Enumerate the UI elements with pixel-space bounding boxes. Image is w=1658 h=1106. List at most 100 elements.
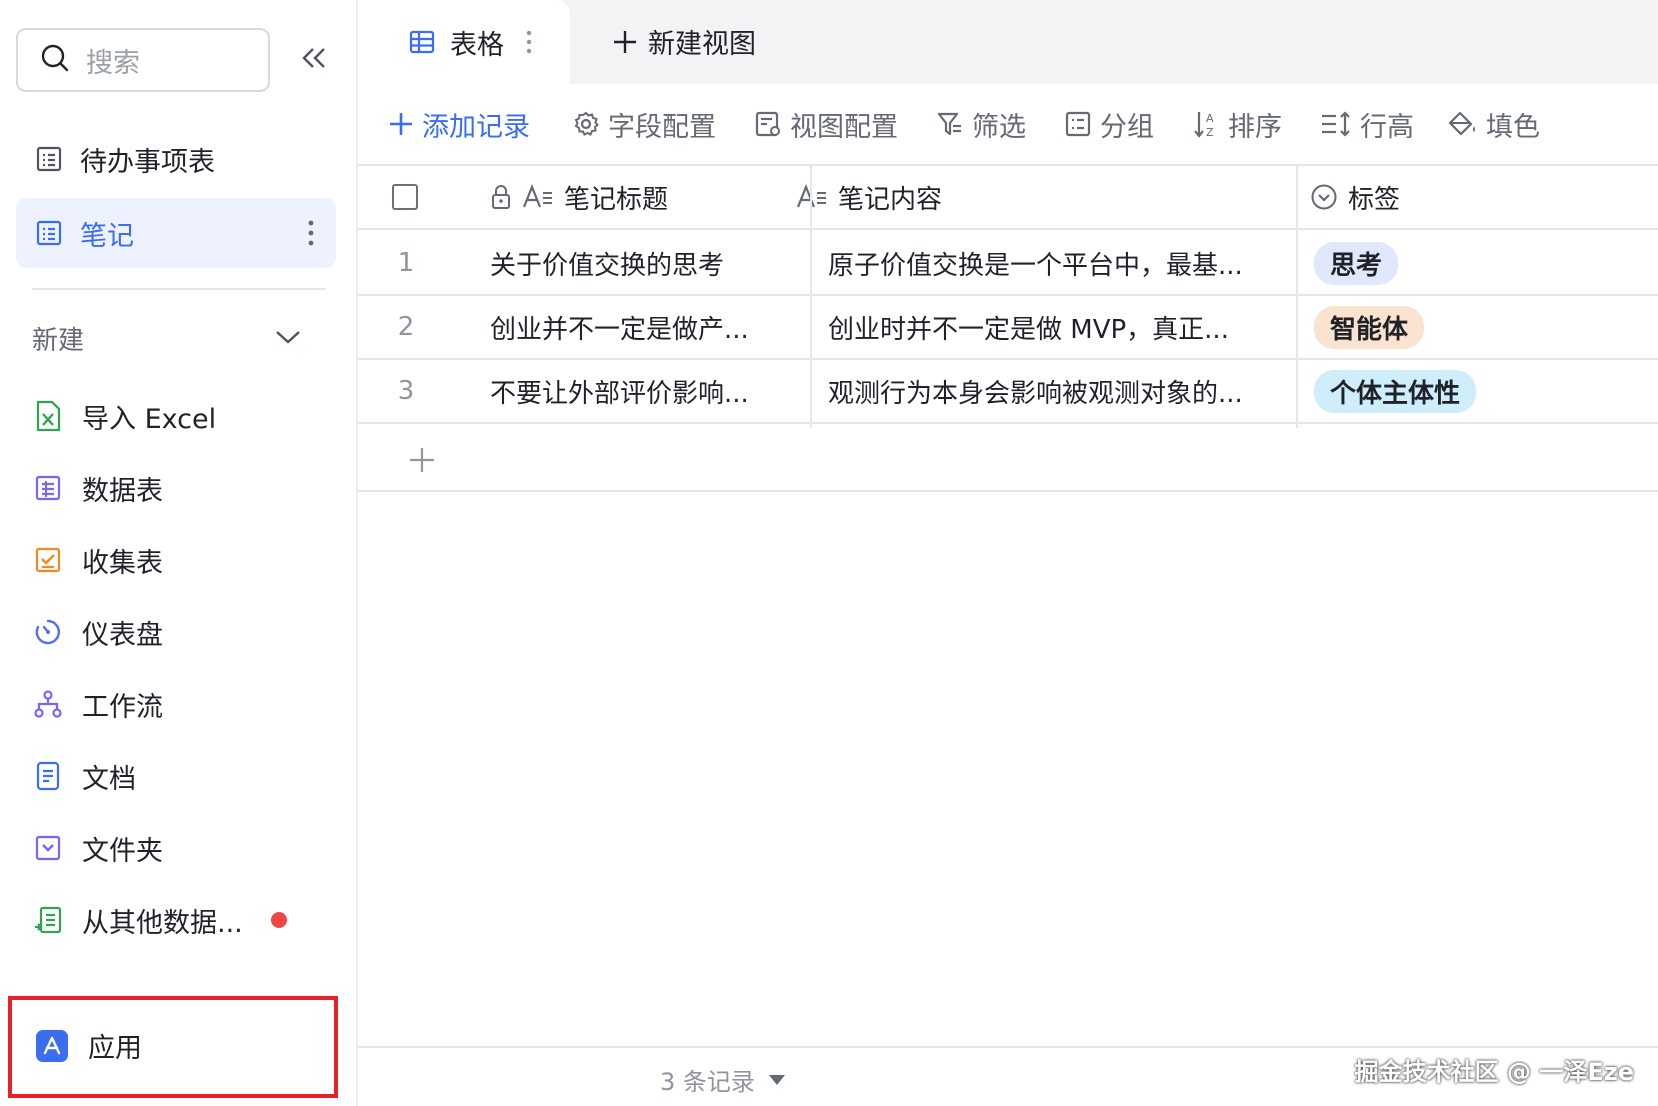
sidebar-divider [32,288,326,290]
row-number: 2 [397,312,415,342]
cell-tag[interactable]: 智能体 [1314,296,1644,358]
filter-button[interactable]: 筛选 [936,104,1026,144]
cell-content[interactable]: 创业时并不一定是做 MVP，真正... [828,296,1268,358]
create-form[interactable]: 收集表 [32,532,332,588]
single-select-icon [1310,183,1338,211]
create-workflow[interactable]: 工作流 [32,676,332,732]
more-vertical-icon[interactable] [308,219,314,254]
group-button[interactable]: 分组 [1064,104,1154,144]
create-section-header[interactable]: 新建 [32,318,312,358]
cell-title[interactable]: 关于价值交换的思考 [490,232,765,294]
create-item-label: 工作流 [82,691,163,723]
apps-highlight-box: 应用 [8,996,338,1098]
chevron-down-icon [274,324,302,354]
create-document[interactable]: 文档 [32,748,332,804]
add-record-label: 添加记录 [422,111,530,143]
column-title: 笔记内容 [838,184,943,215]
create-dashboard[interactable]: 仪表盘 [32,604,332,660]
column-divider [1296,164,1298,428]
cell-content[interactable]: 观测行为本身会影响被观测对象的... [828,360,1268,422]
field-config-label: 字段配置 [608,111,716,143]
svg-text:Z: Z [1206,126,1214,139]
view-tab-bar: 表格 新建视图 [358,0,1658,84]
create-item-label: 仪表盘 [82,619,163,651]
row-number: 3 [397,376,415,406]
status-footer: 3 条记录 掘金技术社区 @ 一泽Eze [358,1046,1658,1106]
table-icon [34,144,64,174]
caret-down-icon [768,1074,785,1085]
plus-icon [408,446,436,478]
text-field-icon [522,184,554,210]
view-config-button[interactable]: 视图配置 [754,104,898,144]
record-count-dropdown[interactable]: 3 条记录 [660,1062,785,1097]
filter-label: 筛选 [972,111,1026,143]
select-all-checkbox[interactable] [392,166,452,228]
dashboard-icon [32,616,64,648]
column-header-content[interactable]: 笔记内容 [796,166,1266,228]
gear-icon [572,110,600,138]
table-row[interactable]: 2 创业并不一定是做产... 创业时并不一定是做 MVP，真正... 智能体 [358,296,1658,360]
notification-dot [270,912,287,928]
create-datasheet[interactable]: 数据表 [32,460,332,516]
add-row-button[interactable] [358,428,1658,492]
column-divider [810,164,812,428]
tag-badge: 个体主体性 [1314,369,1477,413]
tab-grid-view[interactable]: 表格 [358,0,570,84]
table-row[interactable]: 1 关于价值交换的思考 原子价值交换是一个平台中，最基... 思考 [358,232,1658,296]
group-icon [1064,110,1092,138]
group-label: 分组 [1100,111,1154,143]
more-vertical-icon[interactable] [526,29,532,55]
collapse-sidebar-button[interactable] [296,42,332,78]
create-item-label: 导入 Excel [82,403,217,435]
cell-tag[interactable]: 思考 [1314,232,1644,294]
toolbar: 添加记录 字段配置 视图配置 筛选 分组 A Z 排序 行高 填色 [358,84,1658,164]
sidebar-item-label: 待办事项表 [80,146,215,178]
data-grid: 笔记标题 笔记内容 标签 1 关于价值交换的思考 原子价值交换是一个平台中，最基… [358,164,1658,424]
sidebar: 搜索 待办事项表 笔记 新建 导入 Excel 数据表 收集表 仪表盘 工作流 … [0,0,358,1106]
create-item-label: 文件夹 [82,835,163,867]
create-item-label: 文档 [82,763,136,795]
table-row[interactable]: 3 不要让外部评价影响... 观测行为本身会影响被观测对象的... 个体主体性 [358,360,1658,424]
record-count-label: 3 条记录 [660,1068,755,1096]
create-import-other[interactable]: 从其他数据... [32,892,332,948]
text-field-icon [796,184,828,210]
apps-label: 应用 [88,1033,142,1064]
row-height-button[interactable]: 行高 [1320,104,1414,144]
excel-icon [32,400,64,432]
paint-bucket-icon [1448,110,1478,138]
form-icon [32,544,64,576]
column-header-title[interactable]: 笔记标题 [490,166,760,228]
tag-badge: 智能体 [1314,305,1425,349]
workflow-icon [32,688,64,720]
svg-text:A: A [1206,112,1214,125]
watermark: 掘金技术社区 @ 一泽Eze [1354,1058,1634,1086]
new-view-button[interactable]: 新建视图 [612,22,756,61]
table-header-row: 笔记标题 笔记内容 标签 [358,166,1658,230]
column-header-tag[interactable]: 标签 [1310,166,1640,228]
view-settings-icon [754,110,782,138]
cell-tag[interactable]: 个体主体性 [1314,360,1644,422]
create-import-excel[interactable]: 导入 Excel [32,388,332,444]
search-icon [40,43,70,77]
add-record-button[interactable]: 添加记录 [388,104,530,144]
cell-title[interactable]: 不要让外部评价影响... [490,360,765,422]
sidebar-item-todo[interactable]: 待办事项表 [16,124,336,194]
search-input[interactable]: 搜索 [16,28,270,92]
field-config-button[interactable]: 字段配置 [572,104,716,144]
row-height-label: 行高 [1360,111,1414,143]
create-folder[interactable]: 文件夹 [32,820,332,876]
sort-button[interactable]: AZ 排序 [1192,104,1282,144]
column-title: 标签 [1348,184,1401,215]
create-item-label: 从其他数据... [82,907,243,939]
cell-title[interactable]: 创业并不一定是做产... [490,296,765,358]
app-window: 搜索 待办事项表 笔记 新建 导入 Excel 数据表 收集表 仪表盘 工作流 … [0,0,1658,1106]
main-panel: 表格 新建视图 添加记录 字段配置 视图配置 筛选 分组 A Z 排序 行高 填… [358,0,1658,1106]
sidebar-item-notes[interactable]: 笔记 [16,198,336,268]
cell-content[interactable]: 原子价值交换是一个平台中，最基... [828,232,1268,294]
filter-icon [936,110,964,138]
sidebar-item-apps[interactable]: 应用 [36,1026,142,1065]
sidebar-item-label: 笔记 [80,220,134,252]
fill-color-button[interactable]: 填色 [1448,104,1540,144]
grid-icon [408,28,436,56]
plus-icon [388,111,414,137]
